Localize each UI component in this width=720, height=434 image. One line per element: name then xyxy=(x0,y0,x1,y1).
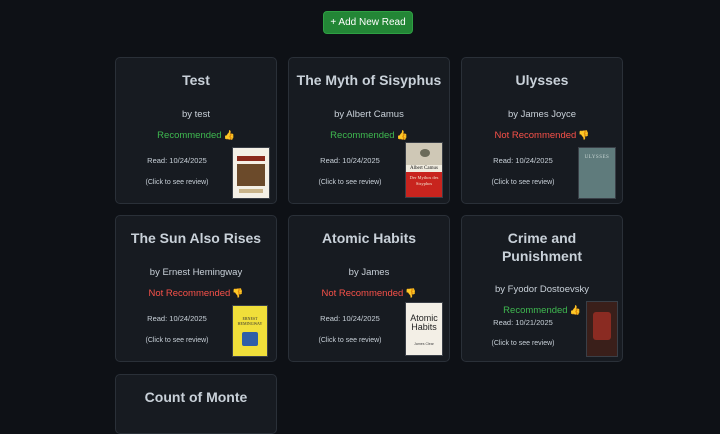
book-card-crime-and-punishment[interactable]: Crime and Punishment by Fyodor Dostoevsk… xyxy=(461,215,623,362)
thumbs-up-icon: 👍 xyxy=(396,130,408,140)
click-to-review-hint: (Click to see review) xyxy=(318,337,382,344)
recommendation-status: Recommended 👍 xyxy=(157,130,235,141)
thumbs-down-icon: 👎 xyxy=(578,130,590,140)
book-author: by test xyxy=(182,109,210,120)
click-to-review-hint: (Click to see review) xyxy=(491,340,555,347)
book-cover-image: Albert Camus Der Mythos des Sisyphos xyxy=(405,142,443,198)
book-title: Crime and Punishment xyxy=(501,230,583,264)
book-card-sun-also-rises[interactable]: The Sun Also Rises by Ernest Hemingway N… xyxy=(115,215,277,362)
recommendation-status: Not Recommended 👎 xyxy=(321,288,417,299)
add-new-read-button[interactable]: + Add New Read xyxy=(323,11,413,34)
book-title: Atomic Habits xyxy=(321,230,417,246)
book-card-test[interactable]: Test by test Recommended 👍 Read: 10/24/20… xyxy=(115,57,277,204)
thumbs-down-icon: 👎 xyxy=(405,288,417,298)
click-to-review-hint: (Click to see review) xyxy=(145,337,209,344)
thumbs-up-icon: 👍 xyxy=(569,305,581,315)
book-author: by Albert Camus xyxy=(334,109,404,120)
recommendation-status: Recommended 👍 xyxy=(330,130,408,141)
book-title: Test xyxy=(182,72,210,88)
book-cover-image: ERNEST HEMINGWAY xyxy=(232,305,268,357)
book-author: by James Joyce xyxy=(507,109,577,120)
recommendation-status: Not Recommended 👎 xyxy=(494,130,590,141)
read-date: Read: 10/24/2025 xyxy=(147,156,207,165)
book-title: The Myth of Sisyphus xyxy=(296,72,442,88)
book-title: Ulysses xyxy=(515,72,569,88)
read-date: Read: 10/21/2025 xyxy=(493,318,553,327)
book-card-ulysses[interactable]: Ulysses by James Joyce Not Recommended 👎 … xyxy=(461,57,623,204)
thumbs-down-icon: 👎 xyxy=(232,288,244,298)
book-card-atomic-habits[interactable]: Atomic Habits by James Not Recommended 👎 … xyxy=(288,215,450,362)
book-cover-image: Atomic Habits James Clear xyxy=(405,302,443,356)
book-card-myth-of-sisyphus[interactable]: The Myth of Sisyphus by Albert Camus Rec… xyxy=(288,57,450,204)
book-title: Count of Monte xyxy=(144,389,248,405)
book-cover-image xyxy=(586,301,618,357)
click-to-review-hint: (Click to see review) xyxy=(318,179,382,186)
book-author: by James xyxy=(348,267,390,278)
book-author: by Ernest Hemingway xyxy=(149,267,243,278)
click-to-review-hint: (Click to see review) xyxy=(145,179,209,186)
book-cover-image xyxy=(232,147,270,199)
read-date: Read: 10/24/2025 xyxy=(493,156,553,165)
thumbs-up-icon: 👍 xyxy=(223,130,235,140)
book-card-count-of-monte[interactable]: Count of Monte xyxy=(115,374,277,434)
book-author: by Fyodor Dostoevsky xyxy=(495,284,589,295)
read-date: Read: 10/24/2025 xyxy=(320,156,380,165)
read-date: Read: 10/24/2025 xyxy=(320,314,380,323)
recommendation-status: Not Recommended 👎 xyxy=(148,288,244,299)
book-title: The Sun Also Rises xyxy=(130,230,262,246)
book-cover-image: ULYSSES xyxy=(578,147,616,199)
click-to-review-hint: (Click to see review) xyxy=(491,179,555,186)
read-date: Read: 10/24/2025 xyxy=(147,314,207,323)
